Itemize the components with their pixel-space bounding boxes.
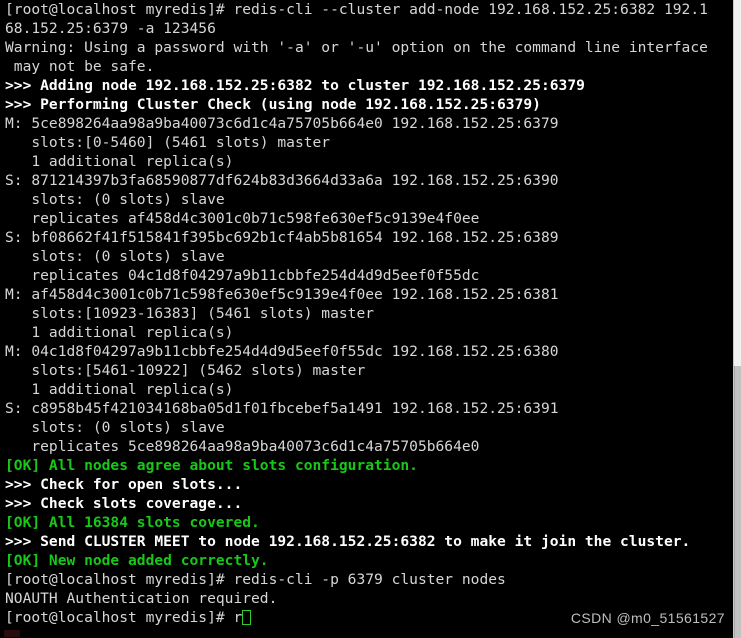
terminal-line: 1 additional replica(s) xyxy=(5,153,234,170)
terminal-line: slots:[0-5460] (5461 slots) master xyxy=(5,134,331,151)
terminal-prompt-line[interactable]: [root@localhost myredis]# r xyxy=(0,608,733,627)
terminal-line: slots:[5461-10922] (5462 slots) master xyxy=(5,362,366,379)
terminal-line: >>> Adding node 192.168.152.25:6382 to c… xyxy=(5,77,585,94)
terminal-window: [root@localhost myredis]# redis-cli --cl… xyxy=(0,0,741,638)
screen-artifact xyxy=(4,630,20,637)
terminal-line: [root@localhost myredis]# redis-cli --cl… xyxy=(5,1,708,18)
terminal-line: slots: (0 slots) slave xyxy=(5,419,225,436)
terminal-line: slots:[10923-16383] (5461 slots) master xyxy=(5,305,375,322)
terminal-line: replicates 5ce898264aa98a9ba40073c6d1c4a… xyxy=(5,438,480,455)
terminal-line: NOAUTH Authentication required. xyxy=(5,590,278,607)
terminal-line: 68.152.25:6379 -a 123456 xyxy=(5,20,216,37)
terminal-line: replicates af458d4c3001c0b71c598fe630ef5… xyxy=(5,210,480,227)
terminal-line: slots: (0 slots) slave xyxy=(5,191,225,208)
terminal-line: M: 5ce898264aa98a9ba40073c6d1c4a75705b66… xyxy=(5,115,559,132)
terminal-line: slots: (0 slots) slave xyxy=(5,248,225,265)
terminal-line: [OK] New node added correctly. xyxy=(5,552,269,569)
text-cursor xyxy=(242,610,252,625)
terminal-line: Warning: Using a password with '-a' or '… xyxy=(5,39,708,56)
terminal-line: >>> Send CLUSTER MEET to node 192.168.15… xyxy=(5,533,691,550)
terminal-output: [root@localhost myredis]# redis-cli --cl… xyxy=(0,0,733,608)
terminal-line: replicates 04c1d8f04297a9b11cbbfe254d4d9… xyxy=(5,267,480,284)
terminal-line: S: bf08662f41f515841f395bc692b1cf4ab5b81… xyxy=(5,229,559,246)
terminal-line: >>> Check for open slots... xyxy=(5,476,243,493)
terminal-line: M: af458d4c3001c0b71c598fe630ef5c9139e4f… xyxy=(5,286,559,303)
prompt-text: [root@localhost myredis]# xyxy=(5,609,234,626)
terminal-line: 1 additional replica(s) xyxy=(5,381,234,398)
terminal-line: S: 871214397b3fa68590877df624b83d3664d33… xyxy=(5,172,559,189)
terminal-line: >>> Check slots coverage... xyxy=(5,495,243,512)
terminal-line: S: c8958b45f421034168ba05d1f01fbcebef5a1… xyxy=(5,400,559,417)
terminal-line: M: 04c1d8f04297a9b11cbbfe254d4d9d5eef0f5… xyxy=(5,343,559,360)
terminal-line: 1 additional replica(s) xyxy=(5,324,234,341)
terminal-line: [OK] All nodes agree about slots configu… xyxy=(5,457,418,474)
terminal-line: [OK] All 16384 slots covered. xyxy=(5,514,260,531)
terminal-line: >>> Performing Cluster Check (using node… xyxy=(5,96,541,113)
terminal-screen[interactable]: [root@localhost myredis]# redis-cli --cl… xyxy=(0,0,733,638)
vertical-scrollbar[interactable] xyxy=(733,0,741,638)
scrollbar-thumb[interactable] xyxy=(734,366,741,638)
terminal-line: [root@localhost myredis]# redis-cli -p 6… xyxy=(5,571,506,588)
terminal-line: may not be safe. xyxy=(5,58,155,75)
typed-command: r xyxy=(233,609,243,626)
